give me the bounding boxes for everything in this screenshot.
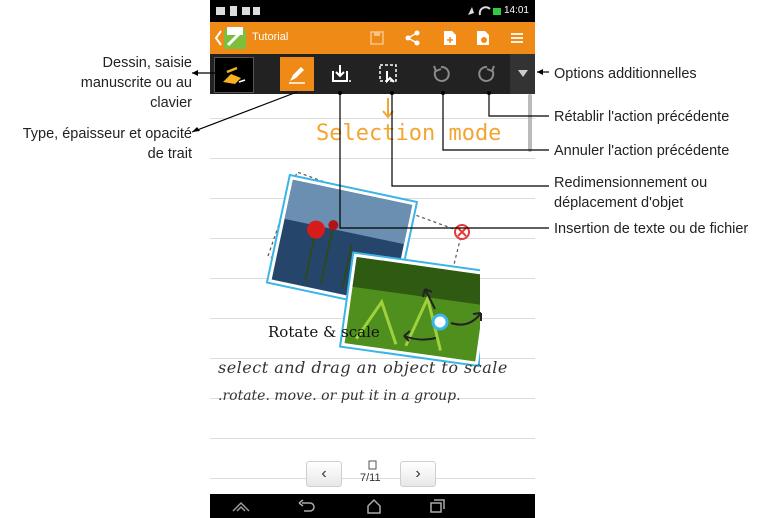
callout-leader-lines [191,69,549,229]
